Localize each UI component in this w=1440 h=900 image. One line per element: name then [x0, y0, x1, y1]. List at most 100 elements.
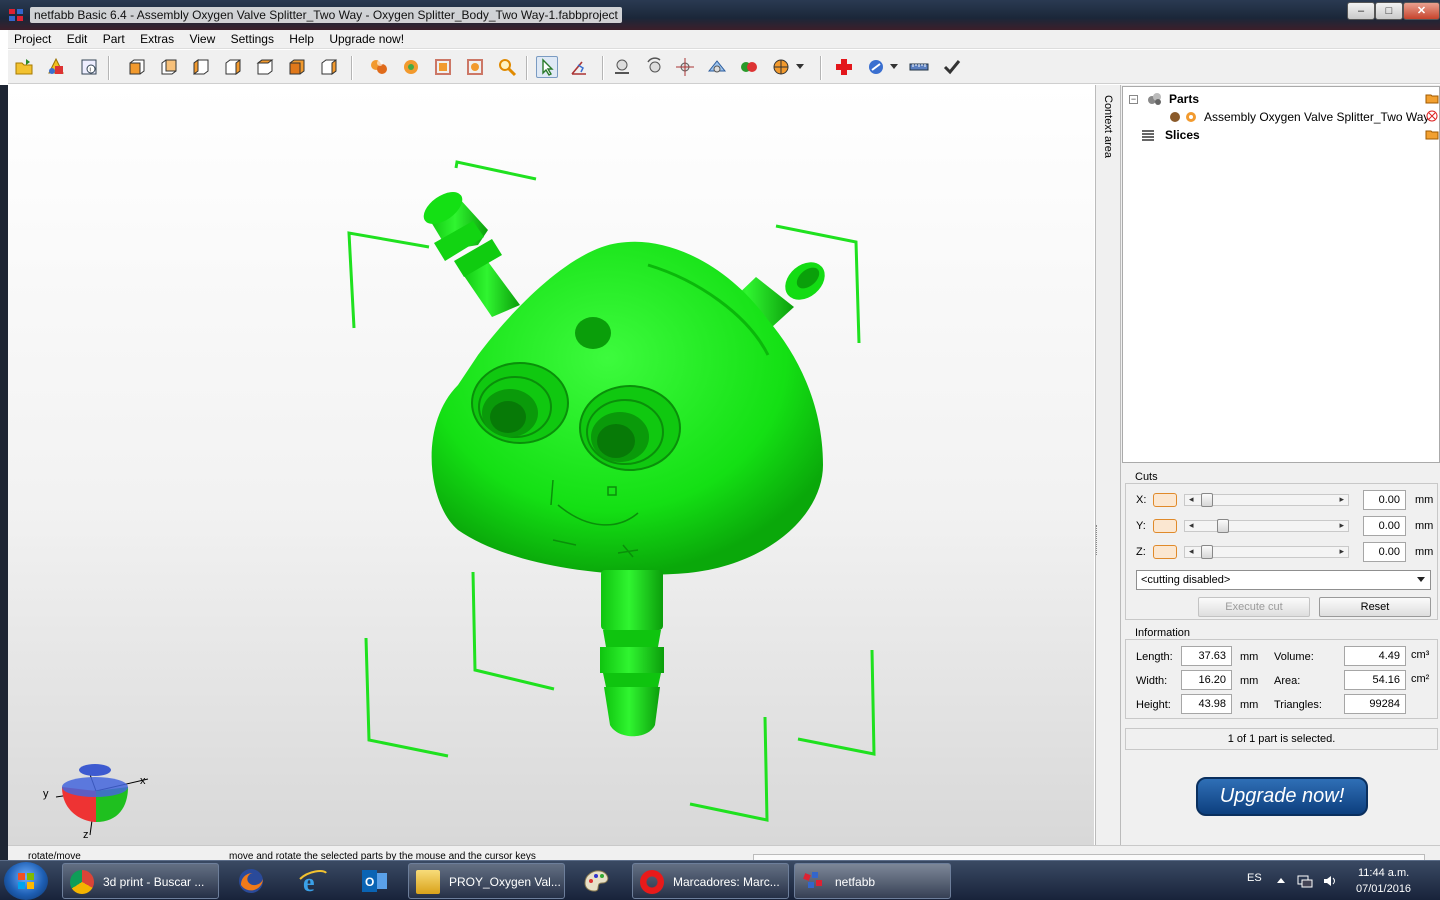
tray-expand-icon[interactable] — [1277, 878, 1285, 884]
export-dropdown-icon[interactable] — [888, 56, 900, 78]
cut-y-color[interactable] — [1153, 519, 1177, 533]
cut-x-input[interactable]: 0.00 — [1363, 490, 1406, 510]
task-netfabb[interactable]: netfabb — [794, 863, 951, 899]
tree-item-part[interactable]: Assembly Oxygen Valve Splitter_Two Way — [1169, 108, 1429, 126]
zoom-selection-icon[interactable] — [400, 56, 422, 78]
analysis-icon[interactable] — [770, 56, 792, 78]
menu-settings[interactable]: Settings — [225, 30, 280, 48]
clock-time[interactable]: 11:44 a.m. — [1358, 867, 1409, 879]
menu-project[interactable]: Project — [8, 30, 57, 48]
parts-icon — [1148, 93, 1161, 105]
cut-mode-dropdown[interactable]: <cutting disabled> — [1136, 570, 1431, 590]
paint-icon[interactable] — [581, 865, 613, 897]
length-label: Length: — [1136, 651, 1173, 663]
windows-logo-icon — [18, 873, 34, 889]
tree-expander[interactable]: − — [1129, 95, 1138, 104]
internet-explorer-icon[interactable]: e — [297, 865, 329, 897]
view-front-icon[interactable] — [126, 56, 148, 78]
cut-z-color[interactable] — [1153, 545, 1177, 559]
close-button[interactable]: ✕ — [1403, 2, 1440, 20]
network-icon[interactable] — [1297, 874, 1313, 888]
open-project-icon[interactable] — [13, 56, 35, 78]
zoom-all-icon[interactable] — [464, 56, 486, 78]
measure-axes-icon[interactable] — [568, 56, 590, 78]
analysis-dropdown-icon[interactable] — [794, 56, 806, 78]
magnifier-icon[interactable] — [496, 56, 518, 78]
zoom-parts-icon[interactable] — [368, 56, 390, 78]
tree-item-parts[interactable]: Parts — [1147, 90, 1199, 108]
maximize-button[interactable]: □ — [1375, 2, 1403, 20]
view-left-icon[interactable] — [190, 56, 212, 78]
parts-tree[interactable]: − Parts Assembly Oxygen Valve Splitter_T… — [1122, 86, 1440, 463]
view-back-icon[interactable] — [158, 56, 180, 78]
start-button[interactable] — [4, 862, 48, 900]
menu-extras[interactable]: Extras — [134, 30, 180, 48]
select-cursor-icon[interactable] — [536, 56, 558, 78]
view-iso-icon[interactable] — [318, 56, 340, 78]
boolean-icon[interactable] — [738, 56, 760, 78]
menu-part[interactable]: Part — [97, 30, 131, 48]
execute-cut-button[interactable]: Execute cut — [1198, 597, 1310, 617]
selection-status: 1 of 1 part is selected. — [1125, 728, 1438, 750]
cut-x-slider[interactable]: ◂ ▸ — [1184, 493, 1349, 507]
tree-item-slices[interactable]: Slices — [1141, 126, 1200, 144]
axis-label-z: z — [83, 829, 89, 841]
menu-edit[interactable]: Edit — [61, 30, 94, 48]
zoom-platform-icon[interactable] — [432, 56, 454, 78]
menu-help[interactable]: Help — [283, 30, 320, 48]
volume-icon[interactable] — [1323, 874, 1337, 888]
outlook-icon[interactable]: O — [359, 865, 391, 897]
status-bar: rotate/move move and rotate the selected… — [8, 845, 1440, 862]
parts-folder-icon[interactable] — [1425, 92, 1439, 104]
model-canvas[interactable] — [8, 85, 1094, 845]
add-part-icon[interactable] — [45, 56, 67, 78]
width-unit: mm — [1240, 675, 1259, 687]
context-area-strip[interactable]: Context area — [1095, 85, 1121, 845]
triangles-label: Triangles: — [1274, 699, 1322, 711]
menu-upgrade-now[interactable]: Upgrade now! — [323, 30, 410, 48]
ruler-icon[interactable] — [908, 56, 930, 78]
task-chrome[interactable]: 3d print - Buscar ... — [62, 863, 219, 899]
move-part-icon[interactable] — [674, 56, 696, 78]
upgrade-now-button[interactable]: Upgrade now! — [1196, 777, 1368, 816]
toolbar-separator — [602, 56, 604, 80]
slices-icon — [1142, 130, 1154, 141]
slices-folder-icon[interactable] — [1425, 128, 1439, 140]
cut-z-slider[interactable]: ◂ ▸ — [1184, 545, 1349, 559]
scale-part-icon[interactable] — [706, 56, 728, 78]
task-folder[interactable]: PROY_Oxygen Val... — [408, 863, 565, 899]
clock-date[interactable]: 07/01/2016 — [1356, 883, 1411, 895]
cut-y-slider[interactable]: ◂ ▸ — [1184, 519, 1349, 533]
checkmark-icon[interactable] — [941, 56, 963, 78]
toolbar-separator — [526, 56, 528, 80]
language-indicator[interactable]: ES — [1247, 872, 1262, 884]
view-top-icon[interactable] — [254, 56, 276, 78]
view-bottom-icon[interactable] — [286, 56, 308, 78]
width-label: Width: — [1136, 675, 1168, 687]
reset-button[interactable]: Reset — [1319, 597, 1431, 617]
repair-cross-icon[interactable] — [833, 56, 855, 78]
area-label: Area: — [1274, 675, 1301, 687]
cut-y-input[interactable]: 0.00 — [1363, 516, 1406, 536]
part-close-icon[interactable] — [1425, 110, 1439, 122]
context-area-label: Context area — [1102, 95, 1114, 158]
part-visible-icon[interactable] — [1184, 110, 1198, 124]
export-icon[interactable] — [865, 56, 887, 78]
rotate-part-icon[interactable] — [644, 56, 666, 78]
right-panel: − Parts Assembly Oxygen Valve Splitter_T… — [1121, 85, 1440, 845]
cut-z-input[interactable]: 0.00 — [1363, 542, 1406, 562]
view-right-icon[interactable] — [222, 56, 244, 78]
port-left — [471, 362, 569, 444]
svg-text:O: O — [365, 875, 374, 889]
cut-x-color[interactable] — [1153, 493, 1177, 507]
3d-viewport[interactable]: x y z — [8, 85, 1094, 845]
task-opera[interactable]: Marcadores: Marc... — [632, 863, 789, 899]
cut-mode-value: <cutting disabled> — [1141, 574, 1231, 586]
part-info-icon[interactable]: i — [78, 56, 100, 78]
place-on-platform-icon[interactable] — [611, 56, 633, 78]
information-title: Information — [1135, 627, 1191, 639]
splitter-grip[interactable] — [1096, 525, 1100, 555]
menu-view[interactable]: View — [183, 30, 221, 48]
firefox-icon[interactable] — [235, 865, 267, 897]
minimize-button[interactable]: – — [1347, 2, 1375, 20]
